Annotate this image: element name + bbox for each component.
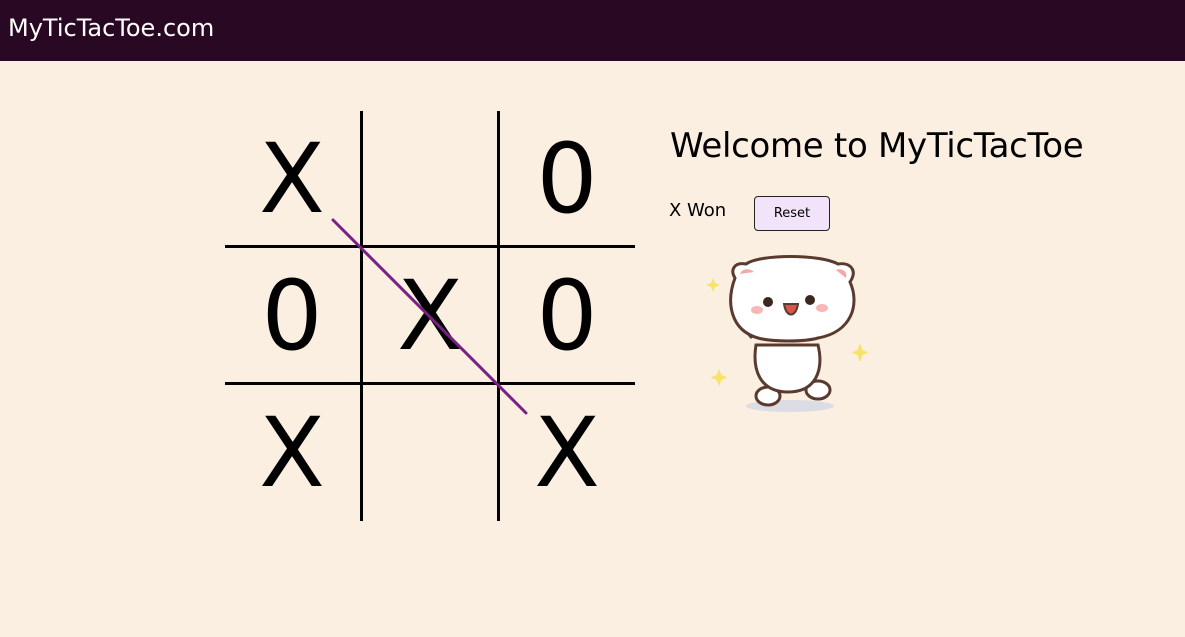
cell-mark: X	[534, 397, 600, 509]
brand-logo-text[interactable]: MyTicTacToe.com	[8, 12, 214, 44]
grid-line-vertical-1	[360, 111, 363, 521]
cell-mark: X	[259, 397, 325, 509]
board-cell-6[interactable]: X	[225, 385, 359, 519]
cell-mark: 0	[261, 260, 323, 372]
cell-mark: 0	[536, 260, 598, 372]
board-cell-7[interactable]	[363, 385, 497, 519]
game-board: X 0 0 X 0 X X	[225, 111, 635, 521]
reset-button[interactable]: Reset	[754, 196, 830, 231]
cell-mark: 0	[536, 123, 598, 235]
dancing-cat-icon	[706, 255, 869, 412]
board-cell-2[interactable]: 0	[500, 111, 634, 245]
board-cell-5[interactable]: 0	[500, 248, 634, 382]
cell-mark: X	[259, 123, 325, 235]
board-cell-0[interactable]: X	[225, 111, 359, 245]
grid-line-vertical-2	[497, 111, 500, 521]
game-status: X Won	[669, 200, 727, 221]
grid-line-horizontal-1	[225, 245, 635, 248]
grid-line-horizontal-2	[225, 382, 635, 385]
board-cell-3[interactable]: 0	[225, 248, 359, 382]
board-cell-4[interactable]: X	[363, 248, 497, 382]
board-cell-1[interactable]	[363, 111, 497, 245]
navbar: MyTicTacToe.com	[0, 0, 1185, 61]
cell-mark: X	[397, 260, 463, 372]
page-title: Welcome to MyTicTacToe	[670, 126, 1084, 166]
board-cell-8[interactable]: X	[500, 385, 634, 519]
